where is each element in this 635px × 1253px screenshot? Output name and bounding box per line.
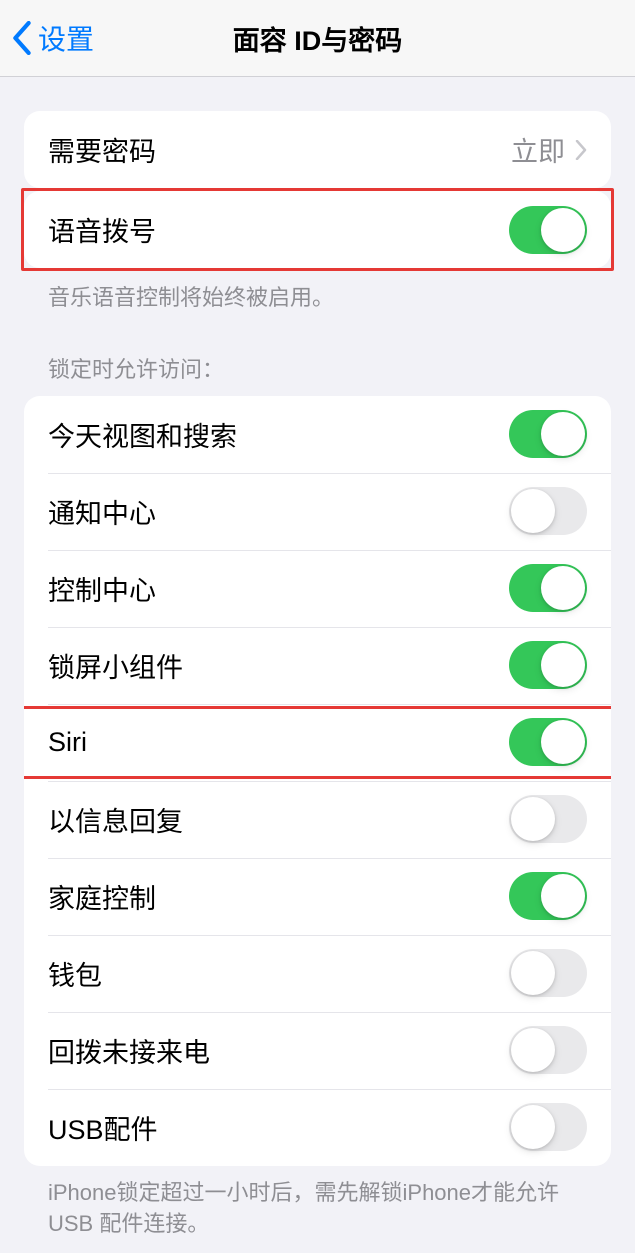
wallet-label: 钱包 <box>48 954 102 993</box>
voice-dial-highlight: 语音拨号 <box>21 188 614 271</box>
notification-center-toggle[interactable] <box>509 487 587 535</box>
home-control-row: 家庭控制 <box>24 858 611 935</box>
siri-toggle[interactable] <box>509 718 587 766</box>
notification-center-row: 通知中心 <box>24 473 611 550</box>
reply-message-toggle[interactable] <box>509 795 587 843</box>
chevron-left-icon <box>12 21 32 55</box>
today-view-toggle[interactable] <box>509 410 587 458</box>
back-label: 设置 <box>38 18 94 58</box>
siri-label: Siri <box>48 727 87 758</box>
siri-row: Siri <box>24 704 611 781</box>
home-control-toggle[interactable] <box>509 872 587 920</box>
require-passcode-value: 立即 <box>511 130 565 169</box>
return-call-toggle[interactable] <box>509 1026 587 1074</box>
navigation-bar: 设置 面容 ID与密码 <box>0 0 635 77</box>
reply-message-row: 以信息回复 <box>24 781 611 858</box>
voice-dial-label: 语音拨号 <box>48 210 156 249</box>
home-control-label: 家庭控制 <box>48 877 156 916</box>
control-center-label: 控制中心 <box>48 569 156 608</box>
lockscreen-widgets-label: 锁屏小组件 <box>48 646 183 685</box>
reply-message-label: 以信息回复 <box>48 800 183 839</box>
chevron-right-icon <box>575 140 587 160</box>
return-call-row: 回拨未接来电 <box>24 1012 611 1089</box>
usb-accessories-toggle[interactable] <box>509 1103 587 1151</box>
notification-center-label: 通知中心 <box>48 492 156 531</box>
require-passcode-row[interactable]: 需要密码 立即 <box>24 111 611 188</box>
control-center-row: 控制中心 <box>24 550 611 627</box>
lock-access-footer: iPhone锁定超过一小时后，需先解锁iPhone才能允许USB 配件连接。 <box>24 1166 611 1240</box>
wallet-toggle[interactable] <box>509 949 587 997</box>
voice-dial-row: 语音拨号 <box>24 191 611 268</box>
voice-dial-footer: 音乐语音控制将始终被启用。 <box>24 271 611 314</box>
lockscreen-widgets-toggle[interactable] <box>509 641 587 689</box>
voice-dial-toggle[interactable] <box>509 206 587 254</box>
lock-access-group: 今天视图和搜索 通知中心 控制中心 锁屏小组件 Siri 以信息回复 家庭控制 <box>24 396 611 1166</box>
require-passcode-label: 需要密码 <box>48 130 156 169</box>
usb-accessories-row: USB配件 <box>24 1089 611 1166</box>
back-button[interactable]: 设置 <box>0 18 94 58</box>
control-center-toggle[interactable] <box>509 564 587 612</box>
wallet-row: 钱包 <box>24 935 611 1012</box>
page-title: 面容 ID与密码 <box>233 19 403 58</box>
lockscreen-widgets-row: 锁屏小组件 <box>24 627 611 704</box>
passcode-group: 需要密码 立即 <box>24 111 611 188</box>
return-call-label: 回拨未接来电 <box>48 1031 210 1070</box>
today-view-label: 今天视图和搜索 <box>48 415 237 454</box>
lock-access-header: 锁定时允许访问： <box>24 352 611 396</box>
today-view-row: 今天视图和搜索 <box>24 396 611 473</box>
usb-accessories-label: USB配件 <box>48 1108 158 1147</box>
